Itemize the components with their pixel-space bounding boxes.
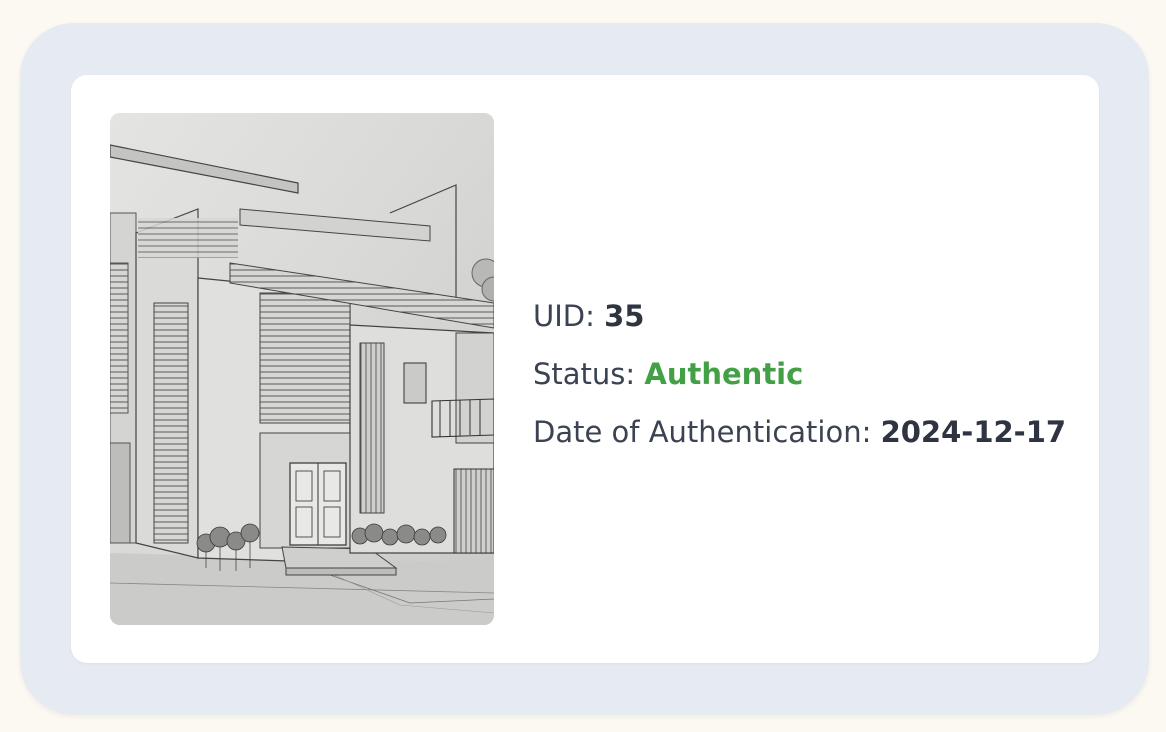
outer-panel: UID: 35 Status: Authentic Date of Authen… [20,23,1149,715]
date-row: Date of Authentication: 2024-12-17 [533,403,1066,461]
authentication-card: UID: 35 Status: Authentic Date of Authen… [71,75,1099,663]
artwork-image [110,113,494,625]
status-label: Status: [533,357,636,391]
status-value: Authentic [644,357,804,391]
uid-row: UID: 35 [533,287,1066,345]
status-row: Status: Authentic [533,345,1066,403]
date-value: 2024-12-17 [880,415,1067,449]
authentication-details: UID: 35 Status: Authentic Date of Authen… [533,287,1066,461]
date-label: Date of Authentication: [533,415,872,449]
uid-label: UID: [533,299,595,333]
uid-value: 35 [604,299,645,333]
